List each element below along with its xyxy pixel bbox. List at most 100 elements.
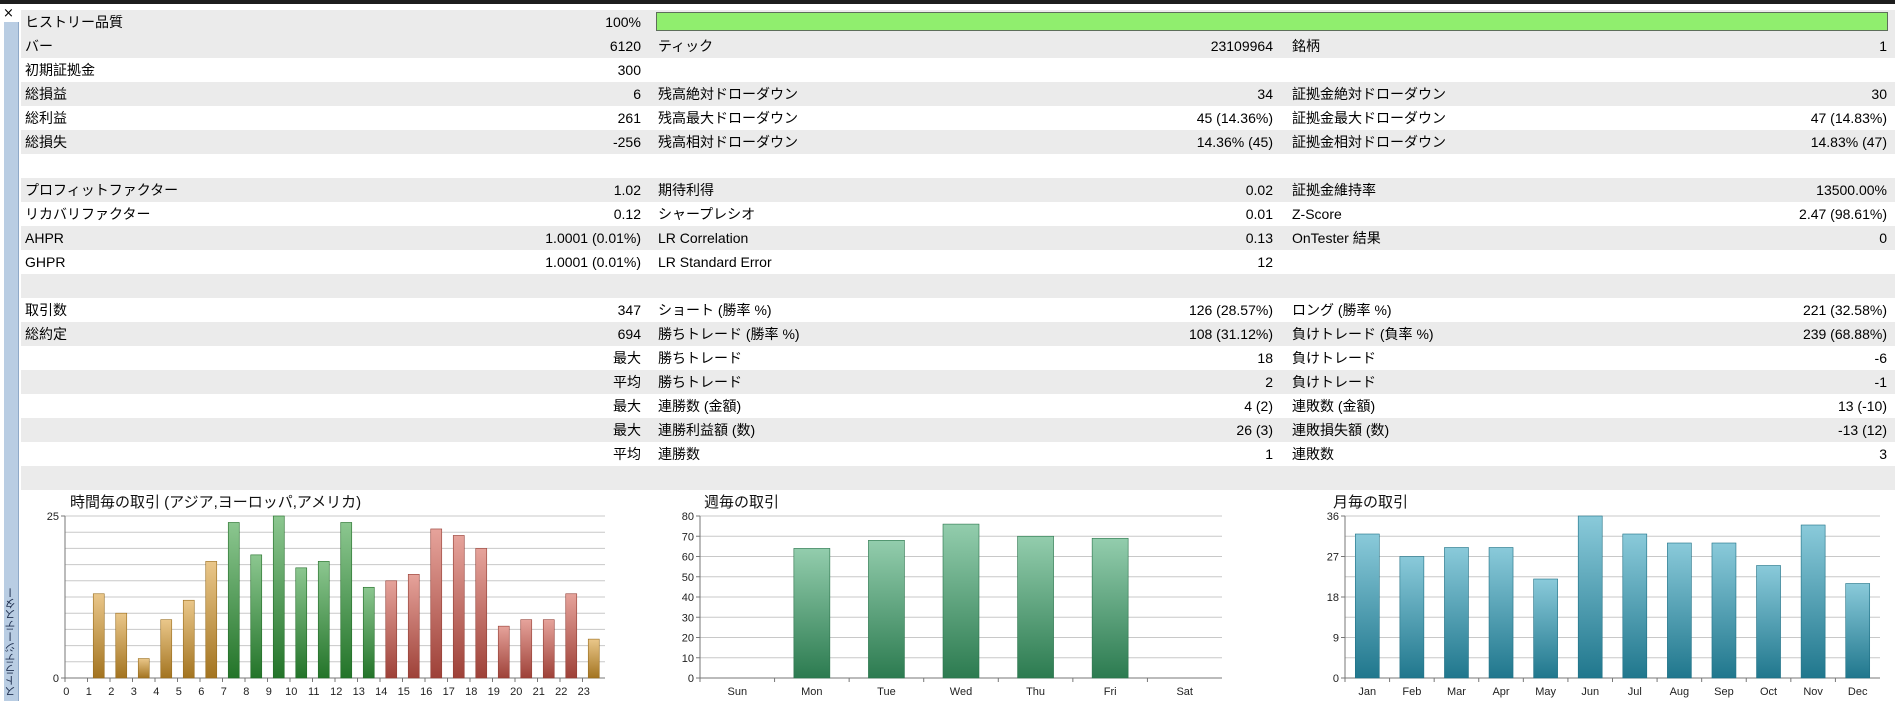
stat-value: -13 (12) — [1837, 422, 1887, 438]
stat-value: 100% — [605, 14, 641, 30]
bar-20 — [520, 619, 533, 679]
x-tick-label: 5 — [176, 686, 182, 698]
x-tick-label: 3 — [131, 686, 137, 698]
y-tick-label: 60 — [682, 552, 694, 564]
y-tick-label: 0 — [688, 673, 694, 685]
stat-label: 証拠金維持率 — [1292, 182, 1376, 198]
x-tick-label: Thu — [1026, 686, 1045, 698]
x-tick-label: 13 — [353, 686, 365, 698]
stat-label: AHPR — [25, 230, 64, 246]
stat-label: 銘柄 — [1292, 38, 1320, 54]
bar-19 — [497, 625, 510, 679]
bar-8 — [250, 554, 263, 679]
bar-Sep — [1711, 542, 1737, 679]
report-table: ヒストリー品質 100% バー 6120 ティック 23109964 銘柄 1 初期証拠金 300… — [21, 10, 1895, 490]
report-row: バー 6120 ティック 23109964 銘柄 1 — [21, 34, 1895, 58]
bar-18 — [475, 548, 488, 679]
bar-2 — [115, 612, 128, 679]
stat-value: 30 — [1871, 86, 1887, 102]
stat-value: 239 (68.88%) — [1802, 326, 1887, 342]
x-tick-label: Jan — [1358, 686, 1376, 698]
x-tick-label: Dec — [1848, 686, 1868, 698]
report-row: リカバリファクター 0.12 シャープレシオ 0.01 Z-Score 2.47 (98.… — [21, 202, 1895, 226]
y-tick-label: 10 — [682, 653, 694, 665]
weekly-chart-title: 週毎の取引 — [704, 494, 780, 511]
x-tick-label: Fri — [1104, 686, 1117, 698]
stat-value: 14.83% (47) — [1810, 134, 1887, 150]
stat-label: 連勝利益額 (数) — [658, 422, 756, 438]
stat-value: 13500.00% — [1816, 182, 1887, 198]
bar-6 — [205, 561, 218, 679]
x-tick-label: 8 — [243, 686, 249, 698]
close-icon[interactable]: × — [3, 7, 14, 21]
stat-value: 1 — [1265, 446, 1273, 462]
x-tick-label: Aug — [1670, 686, 1690, 698]
x-tick-label: Tue — [877, 686, 896, 698]
y-tick-label: 50 — [682, 572, 694, 584]
bar-5 — [182, 599, 195, 679]
bar-15 — [407, 574, 420, 679]
report-row: 初期証拠金 300 — [21, 58, 1895, 82]
report-row — [21, 154, 1895, 178]
bar-11 — [317, 561, 330, 679]
stat-label: 勝ちトレード — [658, 350, 742, 366]
report-row: プロフィットファクター 1.02 期待利得 0.02 証拠金維持率 13500.00% — [21, 178, 1895, 202]
stat-label: LR Standard Error — [658, 254, 772, 270]
report-row: AHPR 1.0001 (0.01%) LR Correlation 0.13 OnTe… — [21, 226, 1895, 250]
stat-value: 1.0001 (0.01%) — [545, 230, 641, 246]
window-top-border — [0, 0, 1895, 4]
report-row: 総約定 694 勝ちトレード (勝率 %) 108 (31.12%) 負けトレード (負… — [21, 322, 1895, 346]
stat-label: 連敗数 — [1292, 446, 1334, 462]
bar-Mar — [1444, 547, 1469, 679]
monthly-chart-title: 月毎の取引 — [1333, 494, 1409, 511]
stat-value: 261 — [617, 110, 641, 126]
bar-21 — [542, 619, 555, 679]
hourly-chart-title: 時間毎の取引 (アジア,ヨーロッパ,アメリカ) — [70, 494, 362, 511]
y-tick-label: 70 — [682, 531, 694, 543]
stat-label: 連勝数 (金額) — [658, 398, 742, 414]
x-tick-label: 20 — [510, 686, 522, 698]
bar-9 — [272, 515, 285, 679]
report-row: 総損益 6 残高絶対ドローダウン 34 証拠金絶対ドローダウン 30 — [21, 82, 1895, 106]
stat-value: 108 (31.12%) — [1188, 326, 1273, 342]
bar-7 — [227, 522, 240, 679]
weekly-trades-chart: 0 10 20 30 40 50 60 70 80 Sun Mon Tue Wed Thu Fri Sat — [682, 511, 1222, 698]
x-tick-label: 1 — [86, 686, 92, 698]
y-tick-label: 40 — [682, 592, 694, 604]
x-tick-label: 0 — [63, 686, 69, 698]
stat-value: 平均 — [613, 374, 641, 390]
bar-Apr — [1488, 547, 1514, 679]
stat-value: 347 — [617, 302, 641, 318]
bar-16 — [430, 528, 443, 679]
stat-label: 総損益 — [25, 86, 67, 102]
x-tick-label: 2 — [108, 686, 114, 698]
x-tick-label: Wed — [950, 686, 972, 698]
stat-value: 4 (2) — [1244, 398, 1273, 414]
stat-value: 2.47 (98.61%) — [1799, 206, 1887, 222]
x-tick-label: May — [1535, 686, 1556, 698]
strategy-tester-side-tab[interactable]: ストラテジーテスター — [4, 22, 19, 701]
x-tick-label: Oct — [1760, 686, 1777, 698]
y-tick-label: 80 — [682, 511, 694, 523]
stat-value: 最大 — [613, 422, 641, 438]
chart-grid — [1345, 515, 1880, 679]
stat-value: 最大 — [613, 350, 641, 366]
bar-Dec — [1845, 583, 1871, 679]
bar-Jun — [1577, 515, 1603, 679]
stat-value: 694 — [617, 326, 641, 342]
stat-label: 連勝数 — [658, 446, 700, 462]
bar-14 — [385, 580, 398, 679]
stat-value: -256 — [612, 134, 641, 150]
stat-value: 12 — [1257, 254, 1273, 270]
bar-Thu — [1017, 535, 1054, 679]
x-tick-label: 4 — [153, 686, 159, 698]
stat-label: ロング (勝率 %) — [1292, 302, 1392, 318]
stat-label: プロフィットファクター — [25, 182, 179, 198]
stat-value: 300 — [617, 62, 641, 78]
report-row: 最大 連勝利益額 (数) 26 (3) 連敗損失額 (数) -13 (12) — [21, 418, 1895, 442]
stat-label: LR Correlation — [658, 230, 749, 246]
bar-Mon — [793, 548, 831, 679]
x-tick-label: 18 — [465, 686, 477, 698]
bar-1 — [92, 593, 105, 679]
y-tick-label: 30 — [682, 612, 694, 624]
